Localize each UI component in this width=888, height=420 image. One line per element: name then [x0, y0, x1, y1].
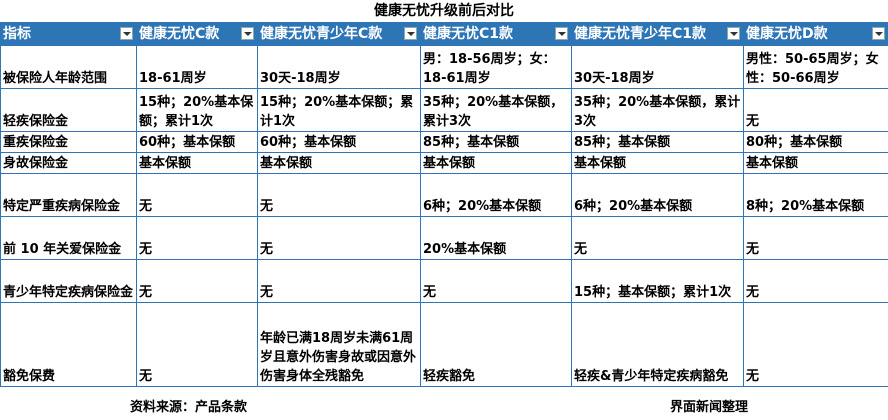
comparison-table: 指标 健康无忧C款 健康无忧青少年C款 健康无忧C1款 健康无忧青少年C1款 健…: [0, 22, 888, 387]
row-label: 青少年特定疾病保险金: [0, 259, 137, 303]
table-cell: 轻疾&青少年特定疾病豁免: [571, 302, 744, 387]
table-row: 身故保险金 基本保额 基本保额 基本保额 基本保额 基本保额: [0, 152, 888, 174]
source-note: 资料来源：产品条款: [130, 400, 248, 415]
table-row: 青少年特定疾病保险金 无 无 无 15种；基本保额；累计1次 无: [0, 259, 888, 303]
table-cell: 15种；基本保额；累计1次: [571, 259, 744, 303]
table-row: 豁免保费 无 年龄已满18周岁未满61周岁且意外伤害身故或因意外伤害身体全残豁免…: [0, 302, 888, 387]
table-cell: 无: [743, 88, 888, 132]
table-cell: 基本保额: [257, 152, 421, 174]
table-cell: 无: [136, 173, 258, 217]
table-row: 特定严重疾病保险金 无 无 6种；20%基本保额 6种；20%基本保额 8种；2…: [0, 173, 888, 217]
table-row: 重疾保险金 60种；基本保额 60种；基本保额 85种；基本保额 85种；基本保…: [0, 131, 888, 153]
header-cell[interactable]: 健康无忧C1款: [420, 22, 572, 46]
filter-dropdown-icon[interactable]: [872, 27, 885, 40]
table-cell: 无: [136, 259, 258, 303]
row-label: 豁免保费: [0, 302, 137, 387]
filter-dropdown-icon[interactable]: [555, 27, 568, 40]
table-cell: 60种；基本保额: [136, 131, 258, 153]
filter-dropdown-icon[interactable]: [404, 27, 417, 40]
table-cell: 无: [743, 302, 888, 387]
table-cell: 基本保额: [571, 152, 744, 174]
table-cell: 无: [743, 259, 888, 303]
table-cell: 无: [257, 173, 421, 217]
table-cell: 无: [420, 259, 572, 303]
filter-dropdown-icon[interactable]: [120, 27, 133, 40]
table-cell: 60种；基本保额: [257, 131, 421, 153]
header-cell[interactable]: 健康无忧D款: [743, 22, 888, 46]
table-cell: 35种；20%基本保额，累计3次: [420, 88, 572, 132]
header-row: 指标 健康无忧C款 健康无忧青少年C款 健康无忧C1款 健康无忧青少年C1款 健…: [0, 22, 888, 46]
table-cell: 20%基本保额: [420, 216, 572, 260]
header-cell[interactable]: 健康无忧C款: [136, 22, 258, 46]
table-cell: 30天-18周岁: [257, 45, 421, 89]
table-cell: 15种；20%基本保额；累计1次: [257, 88, 421, 132]
filter-dropdown-icon[interactable]: [727, 27, 740, 40]
header-cell[interactable]: 健康无忧青少年C款: [257, 22, 421, 46]
header-cell[interactable]: 健康无忧青少年C1款: [571, 22, 744, 46]
table-cell: 无: [571, 216, 744, 260]
table-cell: 85种；基本保额: [420, 131, 572, 153]
table-cell: 85种；基本保额: [571, 131, 744, 153]
table-row: 被保险人年龄范围 18-61周岁 30天-18周岁 男：18-56周岁；女：18…: [0, 45, 888, 89]
table-cell: 年龄已满18周岁未满61周岁且意外伤害身故或因意外伤害身体全残豁免: [257, 302, 421, 387]
table-cell: 无: [257, 259, 421, 303]
row-label: 特定严重疾病保险金: [0, 173, 137, 217]
table-cell: 35种；20%基本保额，累计3次: [571, 88, 744, 132]
table-cell: 基本保额: [420, 152, 572, 174]
editor-note: 界面新闻整理: [670, 400, 749, 415]
table-cell: 无: [136, 216, 258, 260]
table-cell: 基本保额: [136, 152, 258, 174]
table-cell: 轻疾豁免: [420, 302, 572, 387]
table-cell: 无: [257, 216, 421, 260]
table-cell: 男：18-56周岁；女：18-61周岁: [420, 45, 572, 89]
table-cell: 6种；20%基本保额: [571, 173, 744, 217]
table-title: 健康无忧升级前后对比: [374, 3, 514, 19]
table-cell: 30天-18周岁: [571, 45, 744, 89]
table-cell: 无: [743, 216, 888, 260]
row-label: 身故保险金: [0, 152, 137, 174]
row-label: 被保险人年龄范围: [0, 45, 137, 89]
table-cell: 基本保额: [743, 152, 888, 174]
table-row: 轻疾保险金 15种；20%基本保额；累计1次 15种；20%基本保额；累计1次 …: [0, 88, 888, 132]
row-label: 轻疾保险金: [0, 88, 137, 132]
table-cell: 80种；基本保额: [743, 131, 888, 153]
row-label: 前 10 年关爱保险金: [0, 216, 137, 260]
table-cell: 6种；20%基本保额: [420, 173, 572, 217]
table-row: 前 10 年关爱保险金 无 无 20%基本保额 无 无: [0, 216, 888, 260]
table-cell: 15种；20%基本保额；累计1次: [136, 88, 258, 132]
row-label: 重疾保险金: [0, 131, 137, 153]
header-cell[interactable]: 指标: [0, 22, 137, 46]
table-cell: 18-61周岁: [136, 45, 258, 89]
table-cell: 8种；20%基本保额: [743, 173, 888, 217]
table-cell: 男性：50-65周岁；女性：50-66周岁: [743, 45, 888, 89]
table-cell: 无: [136, 302, 258, 387]
filter-dropdown-icon[interactable]: [241, 27, 254, 40]
